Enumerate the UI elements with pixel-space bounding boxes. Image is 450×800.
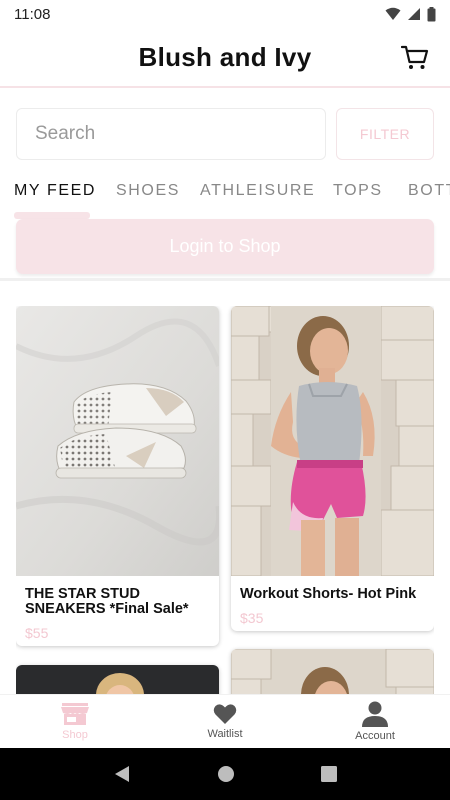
- search-row: FILTER: [16, 108, 434, 160]
- product-card[interactable]: Workout Shorts- Hot Pink $35: [231, 306, 434, 631]
- status-icons: [385, 6, 436, 22]
- wifi-icon: [385, 7, 401, 20]
- app-title: Blush and Ivy: [138, 41, 312, 72]
- product-grid: THE STAR STUD SNEAKERS *Final Sale* $55: [16, 306, 434, 694]
- nav-item-waitlist[interactable]: Waitlist: [150, 695, 300, 748]
- product-image: [16, 665, 219, 694]
- storefront-icon: [61, 703, 89, 725]
- tab-shoes[interactable]: SHOES: [116, 176, 180, 206]
- nav-item-shop[interactable]: Shop: [0, 695, 150, 748]
- product-image: [16, 306, 219, 576]
- product-title: THE STAR STUD SNEAKERS *Final Sale*: [25, 586, 189, 617]
- cart-button[interactable]: [400, 43, 430, 73]
- status-time: 11:08: [14, 5, 51, 23]
- nav-label-waitlist: Waitlist: [207, 728, 243, 740]
- search-input[interactable]: [16, 108, 326, 160]
- active-tab-indicator: [14, 212, 90, 219]
- tab-bottoms[interactable]: BOTT: [408, 176, 450, 206]
- app-header: Blush and Ivy: [0, 28, 450, 88]
- product-title: Workout Shorts- Hot Pink: [240, 586, 417, 602]
- person-icon: [362, 701, 388, 727]
- category-tabs: MY FEED SHOES ATHLEISURE TOPS BOTT: [0, 176, 450, 208]
- divider: [0, 278, 450, 281]
- home-icon[interactable]: [217, 765, 235, 783]
- product-image: [231, 306, 434, 576]
- nav-label-account: Account: [355, 730, 395, 742]
- system-nav-bar: [0, 748, 450, 800]
- battery-icon: [427, 6, 436, 21]
- tab-my-feed[interactable]: MY FEED: [14, 176, 96, 206]
- status-bar: 11:08: [0, 0, 450, 28]
- back-icon[interactable]: [113, 765, 131, 783]
- recents-icon[interactable]: [321, 766, 337, 782]
- nav-item-account[interactable]: Account: [300, 695, 450, 748]
- cart-icon: [401, 45, 429, 69]
- product-image: [231, 649, 434, 694]
- nav-label-shop: Shop: [62, 729, 88, 741]
- filter-button[interactable]: FILTER: [336, 108, 434, 160]
- tab-tops[interactable]: TOPS: [333, 176, 383, 206]
- tab-athleisure[interactable]: ATHLEISURE: [200, 176, 315, 206]
- product-card[interactable]: THE STAR STUD SNEAKERS *Final Sale* $55: [16, 306, 219, 646]
- signal-icon: [408, 8, 420, 20]
- heart-icon: [213, 704, 237, 724]
- login-to-shop-button[interactable]: Login to Shop: [16, 219, 434, 274]
- product-card[interactable]: [231, 649, 434, 694]
- product-price: $55: [25, 625, 49, 641]
- product-price: $35: [240, 610, 264, 626]
- product-card[interactable]: [16, 665, 219, 694]
- bottom-nav: Shop Waitlist Account: [0, 694, 450, 748]
